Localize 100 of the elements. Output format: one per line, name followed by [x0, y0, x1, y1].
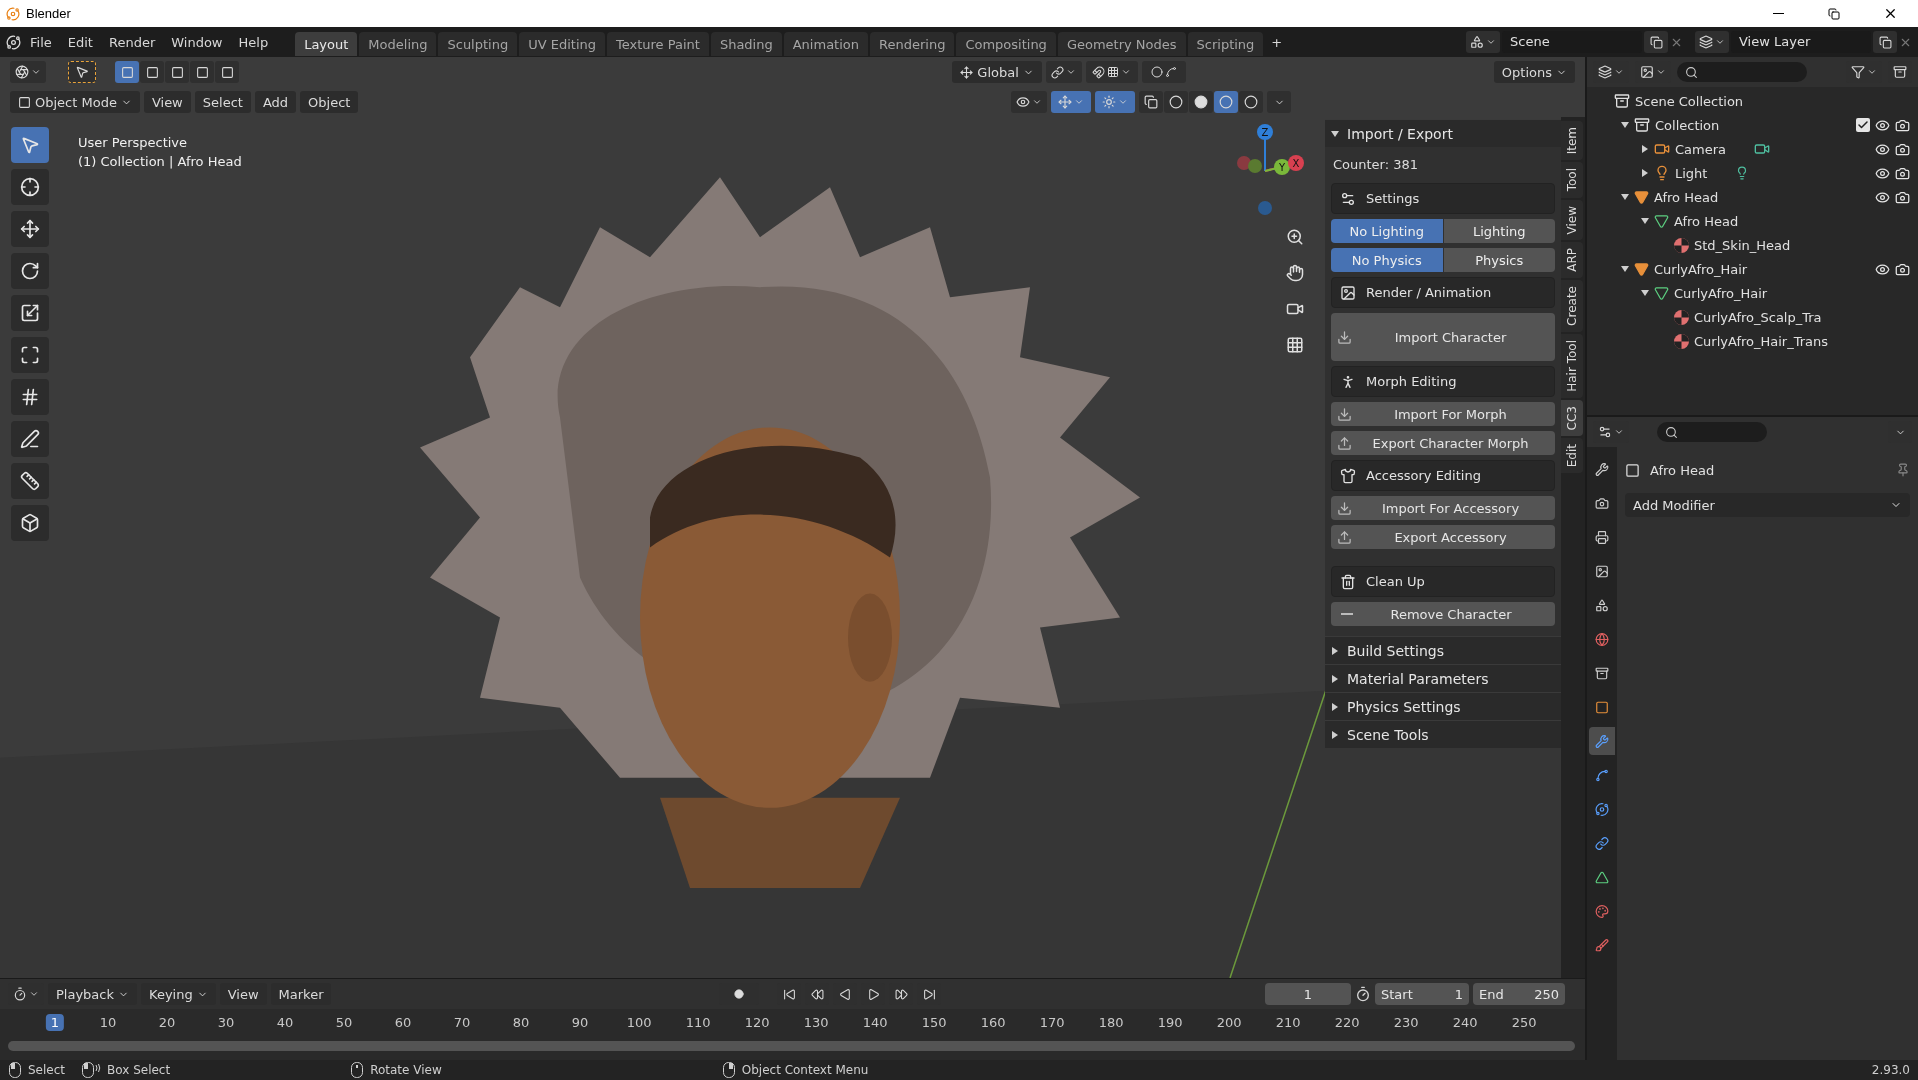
menu-item[interactable]: File	[23, 31, 59, 53]
duplicate-button[interactable]	[1873, 31, 1897, 53]
collapse-arrow-icon[interactable]	[1641, 217, 1649, 225]
proportional-edit-button[interactable]	[1141, 61, 1186, 83]
gizmo-toggle[interactable]	[1051, 91, 1091, 113]
outliner-item[interactable]: Light	[1675, 165, 1708, 181]
start-frame-field[interactable]: Start 1	[1375, 983, 1469, 1005]
eye-icon[interactable]	[1875, 141, 1890, 157]
overlay-toggle[interactable]	[1095, 91, 1135, 113]
collapse-arrow-icon[interactable]	[1641, 289, 1649, 297]
camera-icon[interactable]	[1895, 189, 1910, 205]
shading-mode-button[interactable]	[1239, 91, 1263, 113]
workspace-tab[interactable]: Texture Paint	[607, 32, 709, 56]
action-button[interactable]: Export Character Morph	[1331, 431, 1555, 455]
menu-item[interactable]: Playback	[48, 983, 137, 1005]
view-layer-type-button[interactable]	[1695, 31, 1729, 53]
scale-tool[interactable]	[11, 295, 49, 331]
selection-mode-button[interactable]	[140, 61, 164, 83]
workspace-tab[interactable]: Compositing	[956, 32, 1056, 56]
shading-mode-button[interactable]	[1189, 91, 1213, 113]
menu-item[interactable]: Object	[300, 91, 359, 113]
action-button[interactable]: Import For Accessory	[1331, 496, 1555, 520]
workspace-tab[interactable]: Animation	[783, 32, 868, 56]
mode-dropdown[interactable]: Object Mode	[10, 91, 140, 113]
visibility-button[interactable]	[1011, 91, 1047, 113]
outliner-item[interactable]: Collection	[1655, 117, 1720, 133]
end-frame-field[interactable]: End 250	[1473, 983, 1565, 1005]
menu-item[interactable]: View	[219, 983, 267, 1005]
selection-mode-button[interactable]	[215, 61, 239, 83]
action-button[interactable]: Export Accessory	[1331, 525, 1555, 549]
app-logo-icon[interactable]	[6, 34, 21, 50]
eye-icon[interactable]	[1875, 261, 1890, 277]
pin-icon[interactable]	[1896, 463, 1910, 477]
toggle-button[interactable]: No Physics	[1331, 248, 1443, 272]
menu-item[interactable]: Keying	[141, 983, 216, 1005]
expand-arrow-icon[interactable]	[1331, 730, 1339, 739]
camera-icon[interactable]	[1895, 165, 1910, 181]
axis-gizmo[interactable]: Z Y X	[1220, 121, 1310, 216]
menu-item[interactable]: Render	[101, 31, 163, 53]
collapse-arrow-icon[interactable]	[1621, 193, 1629, 201]
toggle-button[interactable]: Lighting	[1443, 219, 1555, 243]
eye-icon[interactable]	[1875, 189, 1890, 205]
workspace-tab[interactable]: Shading	[710, 32, 782, 56]
outliner-item[interactable]: Std_Skin_Head	[1694, 237, 1791, 253]
section-button[interactable]: Settings	[1331, 183, 1555, 214]
selection-mode-button[interactable]	[190, 61, 214, 83]
move-tool[interactable]	[11, 211, 49, 247]
hatch-tool[interactable]	[11, 379, 49, 415]
collapsed-panel-header[interactable]: Physics Settings	[1325, 692, 1561, 720]
menu-item[interactable]: Marker	[270, 983, 332, 1005]
menu-item[interactable]: Add	[254, 91, 297, 113]
menu-item[interactable]: View	[143, 91, 191, 113]
outliner-item[interactable]: Camera	[1675, 141, 1727, 157]
menu-item[interactable]: Help	[231, 31, 276, 53]
action-button[interactable]: Remove Character	[1331, 602, 1555, 626]
scene-type-button[interactable]	[1466, 31, 1500, 53]
sidebar-tab[interactable]: Edit	[1561, 438, 1583, 474]
stopwatch-icon[interactable]	[1355, 986, 1371, 1002]
scrollbar[interactable]	[8, 1041, 1575, 1051]
camera-icon[interactable]	[1895, 261, 1910, 277]
outliner-item[interactable]: CurlyAfro_Hair	[1654, 261, 1748, 277]
menu-item[interactable]: Edit	[60, 31, 100, 53]
editor-type-button[interactable]	[10, 61, 46, 83]
expand-arrow-icon[interactable]	[1331, 702, 1339, 711]
expand-arrow-icon[interactable]	[1331, 646, 1339, 655]
selection-mode-button[interactable]	[165, 61, 189, 83]
eye-icon[interactable]	[1875, 165, 1890, 181]
outliner-item[interactable]: Afro Head	[1654, 189, 1719, 205]
workspace-tab[interactable]: Geometry Nodes	[1057, 32, 1186, 56]
workspace-tab[interactable]: Modeling	[359, 32, 437, 56]
sidebar-tab[interactable]: View	[1561, 199, 1583, 241]
options-dropdown[interactable]: Options	[1493, 61, 1575, 83]
collapsed-panel-header[interactable]: Build Settings	[1325, 636, 1561, 664]
pivot-button[interactable]	[1045, 61, 1082, 83]
sidebar-tab[interactable]: ARP	[1561, 242, 1583, 278]
workspace-tab[interactable]: Layout	[295, 32, 358, 56]
expand-arrow-icon[interactable]	[1641, 169, 1649, 177]
sidebar-tab[interactable]: Hair Tool	[1561, 333, 1583, 398]
tool-button[interactable]	[68, 61, 96, 83]
select-tool[interactable]	[11, 127, 49, 163]
workspace-tab[interactable]: UV Editing	[519, 32, 605, 56]
sidebar-tab[interactable]: Tool	[1561, 162, 1583, 198]
shading-mode-button[interactable]	[1164, 91, 1188, 113]
action-button[interactable]: Import For Morph	[1331, 402, 1555, 426]
current-frame-field[interactable]: 1	[1265, 983, 1351, 1005]
outliner-item[interactable]: CurlyAfro_Scalp_Tra	[1694, 309, 1822, 325]
sidebar-tab[interactable]: Item	[1561, 121, 1583, 161]
playhead[interactable]: 1	[45, 1014, 65, 1031]
collapse-arrow-icon[interactable]	[1621, 265, 1629, 273]
outliner-item[interactable]: CurlyAfro_Hair	[1674, 285, 1768, 301]
section-button[interactable]: Accessory Editing	[1331, 460, 1555, 491]
expand-arrow-icon[interactable]	[1331, 674, 1339, 683]
collapsed-panel-header[interactable]: Material Parameters	[1325, 664, 1561, 692]
add-workspace-button[interactable]: +	[1265, 31, 1289, 53]
toggle-button[interactable]: No Lighting	[1331, 219, 1443, 243]
search-field[interactable]	[1677, 62, 1807, 82]
pencil-tool[interactable]	[11, 421, 49, 457]
workspace-tab[interactable]: Sculpting	[438, 32, 518, 56]
collapse-arrow-icon[interactable]	[1331, 129, 1339, 138]
ruler-tool[interactable]	[11, 463, 49, 499]
